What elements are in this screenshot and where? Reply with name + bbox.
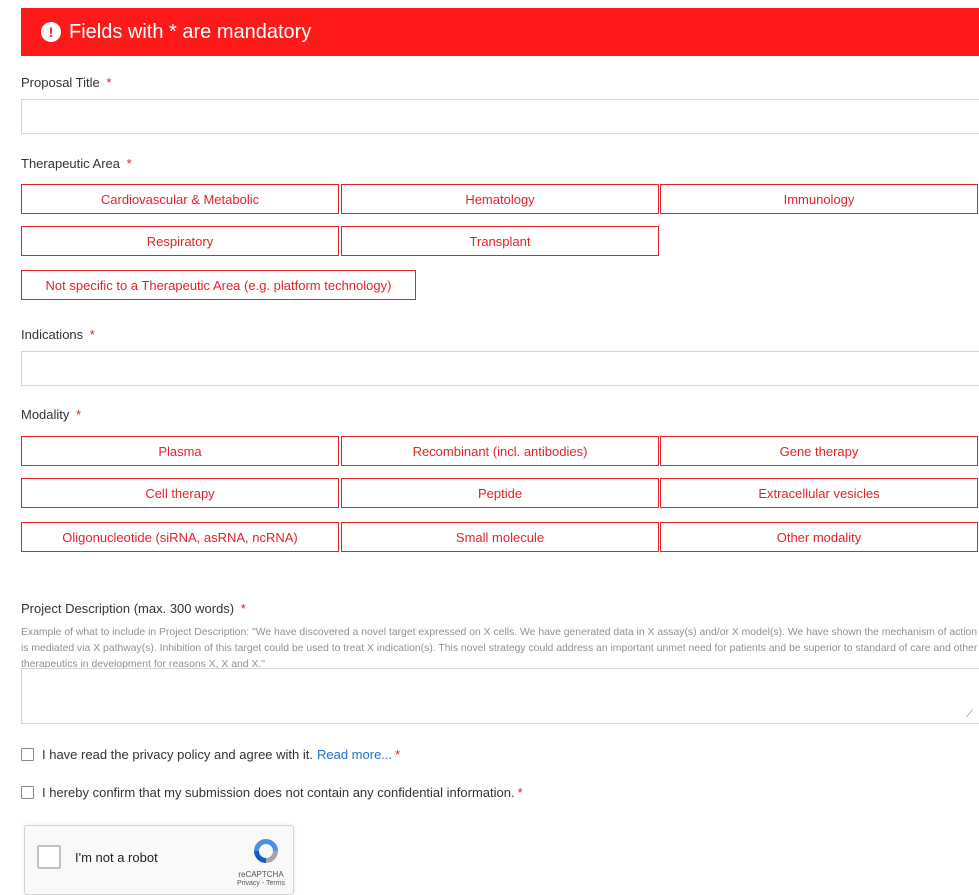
required-asterisk: *: [517, 785, 523, 800]
required-asterisk: *: [126, 156, 132, 171]
privacy-consent-text: I have read the privacy policy and agree…: [42, 747, 313, 762]
modality-option-plasma[interactable]: Plasma: [21, 436, 339, 466]
confidential-consent-checkbox[interactable]: [21, 786, 34, 799]
therapeutic-area-option-respiratory[interactable]: Respiratory: [21, 226, 339, 256]
required-asterisk: *: [395, 747, 401, 762]
therapeutic-area-option-hematology[interactable]: Hematology: [341, 184, 659, 214]
modality-option-other[interactable]: Other modality: [660, 522, 978, 552]
read-more-link[interactable]: Read more...: [317, 747, 392, 762]
confidential-consent-row: I hereby confirm that my submission does…: [21, 785, 523, 800]
recaptcha-logo-icon: [254, 839, 278, 863]
confidential-consent-text: I hereby confirm that my submission does…: [42, 785, 515, 800]
proposal-title-input[interactable]: [21, 99, 979, 134]
modality-option-peptide[interactable]: Peptide: [341, 478, 659, 508]
resize-handle-icon[interactable]: ⟋: [966, 710, 976, 720]
project-description-textarea[interactable]: [21, 668, 979, 724]
privacy-consent-checkbox[interactable]: [21, 748, 34, 761]
modality-option-recombinant[interactable]: Recombinant (incl. antibodies): [341, 436, 659, 466]
modality-option-cell-therapy[interactable]: Cell therapy: [21, 478, 339, 508]
modality-option-extracellular-vesicles[interactable]: Extracellular vesicles: [660, 478, 978, 508]
recaptcha-checkbox[interactable]: [37, 845, 61, 869]
therapeutic-area-option-transplant[interactable]: Transplant: [341, 226, 659, 256]
indications-input[interactable]: [21, 351, 979, 386]
therapeutic-area-option-immunology[interactable]: Immunology: [660, 184, 978, 214]
privacy-consent-row: I have read the privacy policy and agree…: [21, 747, 400, 762]
project-description-label: Project Description (max. 300 words) *: [21, 601, 246, 616]
required-asterisk: *: [89, 327, 95, 342]
recaptcha-terms-link[interactable]: Privacy - Terms: [230, 880, 292, 887]
indications-label: Indications *: [21, 327, 95, 342]
exclamation-circle-icon: !: [41, 22, 61, 42]
project-description-helper-text: Example of what to include in Project De…: [21, 627, 978, 670]
modality-option-gene-therapy[interactable]: Gene therapy: [660, 436, 978, 466]
recaptcha-brand: reCAPTCHA: [238, 870, 284, 879]
therapeutic-area-label: Therapeutic Area *: [21, 156, 132, 171]
mandatory-fields-banner: ! Fields with * are mandatory: [21, 8, 979, 56]
recaptcha-label: I'm not a robot: [75, 850, 158, 865]
modality-option-small-molecule[interactable]: Small molecule: [341, 522, 659, 552]
therapeutic-area-option-not-specific[interactable]: Not specific to a Therapeutic Area (e.g.…: [21, 270, 416, 300]
banner-text: Fields with * are mandatory: [69, 20, 312, 43]
proposal-title-label: Proposal Title *: [21, 75, 112, 90]
required-asterisk: *: [76, 407, 82, 422]
therapeutic-area-option-cardiovascular[interactable]: Cardiovascular & Metabolic: [21, 184, 339, 214]
recaptcha-widget: I'm not a robot reCAPTCHA Privacy - Term…: [24, 825, 294, 895]
modality-option-oligonucleotide[interactable]: Oligonucleotide (siRNA, asRNA, ncRNA): [21, 522, 339, 552]
required-asterisk: *: [106, 75, 112, 90]
required-asterisk: *: [240, 601, 246, 616]
modality-label: Modality *: [21, 407, 82, 422]
